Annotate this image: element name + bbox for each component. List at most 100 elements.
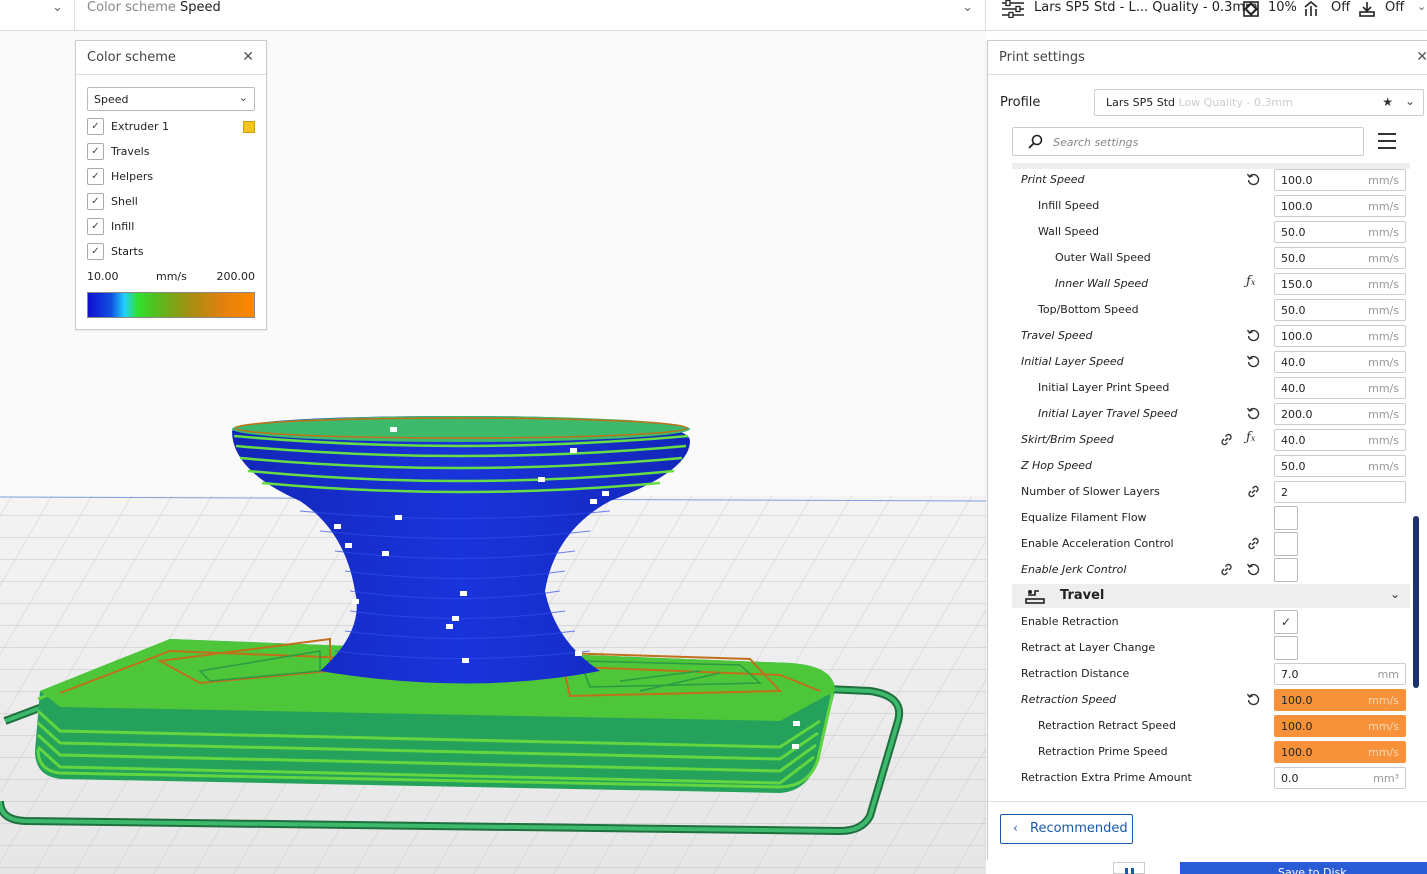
settings-scrollbar[interactable] (1413, 516, 1419, 688)
reset-icon[interactable] (1246, 562, 1261, 577)
profile-dropdown[interactable]: Lars SP5 Std Low Quality - 0.3mm ★ ⌄ (1094, 89, 1424, 116)
support-icon (1304, 1, 1318, 16)
setting-input[interactable]: 40.0 mm/s (1274, 351, 1406, 373)
setting-input[interactable]: 100.0 mm/s (1274, 741, 1406, 763)
setting-unit: mm/s (1368, 174, 1399, 187)
menu-icon[interactable] (1378, 133, 1398, 151)
setting-value: 40.0 (1281, 356, 1306, 369)
setting-label: Retraction Speed (1021, 693, 1117, 706)
link-icon[interactable] (1246, 536, 1261, 551)
category-travel[interactable]: Travel ⌄ (1012, 584, 1410, 608)
setting-label: Wall Speed (1038, 225, 1100, 238)
print-setup-selector[interactable]: Lars SP5 Std - L... Quality - 0.3mm 10% … (987, 0, 1427, 31)
setting-checkbox[interactable]: ✓ (1274, 610, 1298, 634)
setting-row: Retraction Extra Prime Amount 0.0 mm³ (988, 765, 1418, 791)
setting-row: Retraction Speed 100.0 mm/s (988, 687, 1418, 713)
setting-label: Retract at Layer Change (1021, 641, 1156, 654)
recommended-button[interactable]: ‹ Recommended (1000, 814, 1133, 844)
infill-toggle[interactable]: ✓ Infill (87, 218, 257, 236)
color-scheme-select[interactable]: Speed ⌄ (87, 87, 255, 111)
setting-label: Equalize Filament Flow (1021, 511, 1147, 524)
setting-input[interactable]: 100.0 mm/s (1274, 169, 1406, 191)
setting-input[interactable]: 100.0 mm/s (1274, 689, 1406, 711)
chevron-down-icon: ⌄ (1404, 94, 1415, 108)
function-icon[interactable]: ƒx (1246, 274, 1261, 289)
setting-label: Initial Layer Travel Speed (1038, 407, 1178, 420)
setting-input[interactable]: 50.0 mm/s (1274, 221, 1406, 243)
pause-button[interactable] (1113, 862, 1145, 874)
setting-unit: mm/s (1368, 382, 1399, 395)
link-icon[interactable] (1219, 562, 1234, 577)
shell-toggle[interactable]: ✓ Shell (87, 193, 257, 211)
setting-input[interactable]: 40.0 mm/s (1274, 377, 1406, 399)
function-icon[interactable]: ƒx (1246, 430, 1261, 445)
setting-value: 50.0 (1281, 252, 1306, 265)
setting-checkbox[interactable] (1274, 636, 1298, 660)
setting-row: Enable Retraction ✓ (988, 609, 1418, 635)
star-icon[interactable]: ★ (1382, 95, 1393, 109)
setting-row: Initial Layer Print Speed 40.0 mm/s (988, 375, 1418, 401)
setting-row: Top/Bottom Speed 50.0 mm/s (988, 297, 1418, 323)
close-icon[interactable]: ✕ (242, 49, 254, 65)
print-settings-header: Print settings ✕ (988, 41, 1427, 75)
check-icon[interactable]: ✓ (87, 243, 104, 260)
setting-input[interactable]: 50.0 mm/s (1274, 299, 1406, 321)
reset-icon[interactable] (1246, 328, 1261, 343)
check-icon[interactable]: ✓ (87, 118, 104, 135)
setting-checkbox[interactable] (1274, 532, 1298, 556)
setting-input[interactable]: 2 (1274, 481, 1406, 503)
setting-unit: mm/s (1368, 746, 1399, 759)
setting-input[interactable]: 50.0 mm/s (1274, 247, 1406, 269)
search-input[interactable] (1053, 132, 1353, 152)
setting-label: Retraction Retract Speed (1038, 719, 1176, 732)
setting-value: 40.0 (1281, 382, 1306, 395)
setting-unit: mm/s (1368, 720, 1399, 733)
reset-icon[interactable] (1246, 692, 1261, 707)
reset-icon[interactable] (1246, 406, 1261, 421)
reset-icon[interactable] (1246, 172, 1261, 187)
profile-name: Lars SP5 Std Low Quality - 0.3mm (1106, 96, 1293, 109)
starts-toggle[interactable]: ✓ Starts (87, 243, 257, 261)
chevron-down-icon: ⌄ (238, 91, 248, 104)
check-icon[interactable]: ✓ (87, 143, 104, 160)
setting-input[interactable]: 100.0 mm/s (1274, 325, 1406, 347)
setting-row: Retract at Layer Change (988, 635, 1418, 661)
check-icon[interactable]: ✓ (87, 193, 104, 210)
setting-input[interactable]: 50.0 mm/s (1274, 455, 1406, 477)
setting-input[interactable]: 7.0 mm (1274, 663, 1406, 685)
profile-label: Profile (1000, 95, 1041, 110)
legend-label: Infill (111, 220, 135, 233)
helpers-toggle[interactable]: ✓ Helpers (87, 168, 257, 186)
extruder-color-swatch (243, 121, 255, 133)
setting-unit: mm/s (1368, 434, 1399, 447)
setting-value: 100.0 (1281, 694, 1313, 707)
setting-checkbox[interactable] (1274, 506, 1298, 530)
search-box[interactable] (1012, 127, 1364, 156)
setting-input[interactable]: 100.0 mm/s (1274, 195, 1406, 217)
travels-toggle[interactable]: ✓ Travels (87, 143, 257, 161)
pause-icon (1131, 868, 1134, 874)
reset-icon[interactable] (1246, 354, 1261, 369)
setting-input[interactable]: 40.0 mm/s (1274, 429, 1406, 451)
setting-value: 50.0 (1281, 304, 1306, 317)
setting-input[interactable]: 0.0 mm³ (1274, 767, 1406, 789)
setting-label: Skirt/Brim Speed (1021, 433, 1114, 446)
color-scheme-dropdown[interactable]: Color scheme Speed ⌄ (76, 0, 986, 31)
check-icon[interactable]: ✓ (87, 168, 104, 185)
close-icon[interactable]: ✕ (1416, 49, 1427, 65)
link-icon[interactable] (1219, 432, 1234, 447)
link-icon[interactable] (1246, 484, 1261, 499)
setting-checkbox[interactable] (1274, 558, 1298, 582)
settings-list[interactable]: Print Speed 100.0 mm/s Infill Speed 100.0 mm/… (988, 163, 1418, 798)
setting-label: Initial Layer Speed (1021, 355, 1124, 368)
extruder-1-toggle[interactable]: ✓ Extruder 1 (87, 118, 257, 136)
setting-input[interactable]: 200.0 mm/s (1274, 403, 1406, 425)
setting-input[interactable]: 150.0 mm/s (1274, 273, 1406, 295)
setting-row: Outer Wall Speed 50.0 mm/s (988, 245, 1418, 271)
check-icon[interactable]: ✓ (87, 218, 104, 235)
setting-label: Enable Acceleration Control (1021, 537, 1174, 550)
setting-input[interactable]: 100.0 mm/s (1274, 715, 1406, 737)
save-to-disk-button[interactable]: Save to Disk (1180, 862, 1427, 874)
view-selector[interactable]: ⌄ (0, 0, 75, 31)
speed-range: 10.00 mm/s 200.00 (87, 270, 255, 284)
